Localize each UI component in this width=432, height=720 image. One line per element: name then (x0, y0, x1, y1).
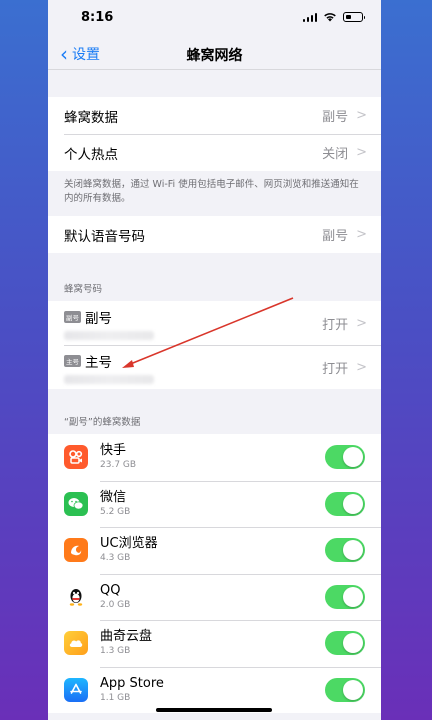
app-data-usage: 1.1 GB (100, 692, 131, 703)
app-row-kuaishou: 快手 23.7 GB (48, 434, 381, 481)
app-data-usage: 2.0 GB (100, 599, 131, 610)
redacted-number (64, 330, 154, 340)
default-voice-line-row[interactable]: 默认语音号码 副号 > (48, 216, 381, 253)
app-row-qq: QQ 2.0 GB (48, 573, 381, 621)
app-row-wechat: 微信 5.2 GB (48, 480, 381, 528)
app-data-usage: 23.7 GB (100, 460, 137, 471)
chevron-right-icon: > (356, 145, 367, 160)
cellular-data-row[interactable]: 蜂窝数据 副号 > (48, 97, 381, 134)
app-name: 快手 (100, 443, 127, 459)
cellular-toggle[interactable] (325, 491, 365, 516)
nav-bar: ‹ 设置 蜂窝网络 (48, 36, 381, 70)
uc-browser-icon (64, 538, 88, 563)
app-row-app-store: App Store 1.1 GB (48, 666, 381, 714)
row-label: 个人热点 (64, 146, 118, 163)
sim-line-secondary[interactable]: 副号 副号 打开 > (48, 301, 381, 345)
app-data-usage: 4.3 GB (100, 553, 131, 564)
app-name: 曲奇云盘 (100, 629, 153, 645)
cellular-toggle[interactable] (325, 677, 365, 702)
redacted-number (64, 374, 154, 384)
wechat-icon (64, 491, 88, 516)
app-name: QQ (100, 582, 121, 598)
phone-screen: 8:16 ‹ 设置 蜂窝网络 蜂窝数据 副号 > 个人热点 关闭 > 关闭蜂窝数… (48, 0, 381, 720)
sim-section-header: 蜂窝号码 (64, 284, 103, 295)
sim-badge: 副号 (64, 310, 81, 323)
sim-line-primary[interactable]: 主号 主号 打开 > (48, 345, 381, 389)
app-name: 微信 (100, 489, 127, 505)
chevron-right-icon: > (356, 315, 367, 331)
app-data-usage: 1.3 GB (100, 646, 131, 657)
cellular-toggle[interactable] (325, 538, 365, 563)
battery-icon (343, 12, 365, 22)
voice-line-group: 默认语音号码 副号 > (48, 216, 381, 253)
status-icons (302, 12, 365, 22)
apps-section-header: “副号”的蜂窝数据 (64, 417, 141, 428)
status-bar: 8:16 (48, 0, 381, 36)
chevron-right-icon: > (356, 359, 367, 375)
app-data-usage: 5.2 GB (100, 506, 131, 517)
qq-icon (64, 584, 88, 609)
cellular-toggle[interactable] (325, 584, 365, 609)
row-label: 默认语音号码 (64, 228, 145, 245)
sim-badge: 主号 (64, 354, 81, 367)
apps-group: 快手 23.7 GB 微信 5.2 GB UC浏览器 4.3 GB QQ 2.0… (48, 434, 381, 713)
cloud-drive-icon (64, 631, 88, 656)
row-label: 蜂窝数据 (64, 109, 118, 126)
row-value: 副号 (322, 110, 349, 125)
cellular-settings-group: 蜂窝数据 副号 > 个人热点 关闭 > (48, 97, 381, 171)
wifi-icon (324, 13, 336, 22)
app-name: UC浏览器 (100, 536, 158, 552)
app-name: App Store (100, 675, 164, 691)
app-row-cloud-drive: 曲奇云盘 1.3 GB (48, 620, 381, 667)
sim-status: 打开 (322, 361, 349, 377)
sim-lines-group: 副号 副号 打开 > 主号 主号 打开 > (48, 301, 381, 389)
kuaishou-icon (64, 445, 88, 470)
home-indicator[interactable] (156, 708, 272, 712)
personal-hotspot-row[interactable]: 个人热点 关闭 > (48, 134, 381, 171)
cellular-toggle[interactable] (325, 631, 365, 656)
sim-name: 主号 (85, 354, 112, 371)
sim-name: 副号 (85, 310, 112, 327)
cellular-toggle[interactable] (325, 445, 365, 470)
status-time: 8:16 (81, 10, 114, 25)
app-store-icon (64, 677, 88, 702)
sim-status: 打开 (322, 317, 349, 333)
page-title: 蜂窝网络 (186, 48, 243, 64)
signal-icon (302, 12, 317, 22)
cellular-footer-note: 关闭蜂窝数据，通过 Wi-Fi 使用包括电子邮件、网页浏览和推送通知在内的所有数… (64, 179, 359, 204)
chevron-right-icon: > (356, 227, 367, 242)
row-value: 副号 (322, 229, 349, 244)
chevron-right-icon: > (356, 108, 367, 123)
app-row-uc-browser: UC浏览器 4.3 GB (48, 527, 381, 574)
row-value: 关闭 (322, 147, 349, 162)
